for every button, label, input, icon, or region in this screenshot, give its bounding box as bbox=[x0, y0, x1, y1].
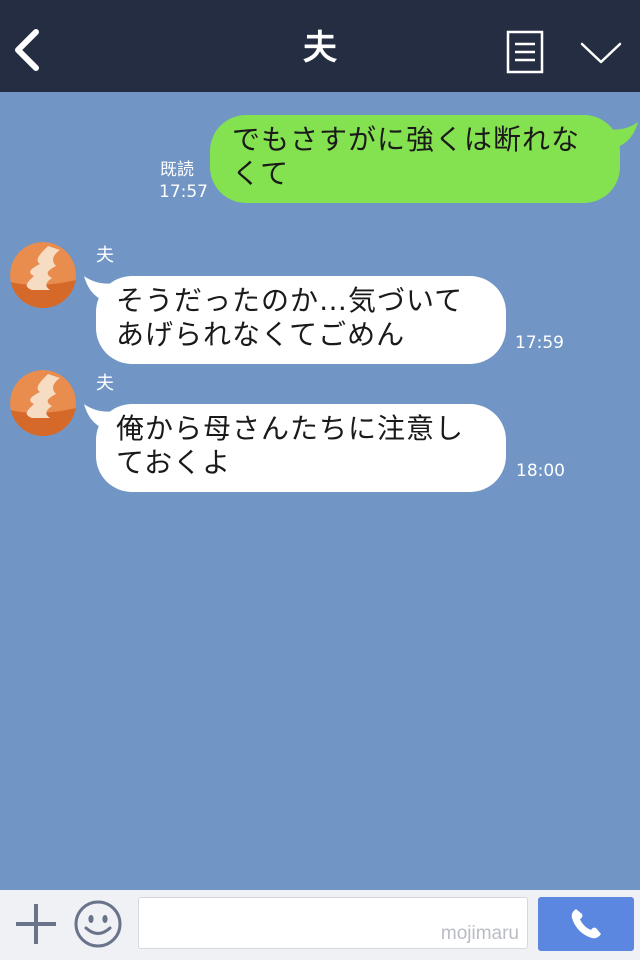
chat-title: 夫 bbox=[303, 28, 337, 68]
chat-header: 夫 bbox=[0, 0, 640, 92]
watermark: mojimaru bbox=[440, 923, 519, 944]
chat-area[interactable]: 既読 17:57 でもさすがに強くは断れな くて 夫 そうだったのか…気づいて … bbox=[0, 92, 640, 890]
sent-message-bubble[interactable]: でもさすがに強くは断れな くて bbox=[210, 115, 620, 203]
message-input[interactable]: mojimaru bbox=[138, 897, 528, 949]
message-time: 18:00 bbox=[516, 461, 565, 481]
call-button[interactable] bbox=[538, 897, 634, 951]
sender-name: 夫 bbox=[96, 245, 114, 266]
message-time: 17:57 bbox=[159, 182, 208, 202]
read-receipt: 既読 bbox=[160, 160, 194, 180]
avatar[interactable] bbox=[10, 370, 76, 436]
received-message-bubble[interactable]: そうだったのか…気づいて あげられなくてごめん bbox=[96, 276, 506, 364]
received-message-bubble[interactable]: 俺から母さんたちに注意し ておくよ bbox=[96, 404, 506, 492]
avatar-image bbox=[10, 242, 76, 308]
plus-icon[interactable] bbox=[14, 902, 58, 946]
message-time: 17:59 bbox=[515, 333, 564, 353]
smiley-icon[interactable] bbox=[73, 899, 123, 949]
message-text: そうだったのか…気づいて あげられなくてごめん bbox=[116, 284, 464, 351]
message-text: でもさすがに強くは断れな くて bbox=[232, 123, 581, 190]
note-menu-icon[interactable] bbox=[506, 30, 544, 74]
message-text: 俺から母さんたちに注意し ておくよ bbox=[116, 412, 465, 479]
avatar-image bbox=[10, 370, 76, 436]
avatar[interactable] bbox=[10, 242, 76, 308]
chevron-left-icon[interactable] bbox=[10, 28, 46, 72]
sender-name: 夫 bbox=[96, 373, 114, 394]
chevron-down-icon[interactable] bbox=[578, 38, 624, 68]
phone-icon bbox=[571, 909, 601, 939]
